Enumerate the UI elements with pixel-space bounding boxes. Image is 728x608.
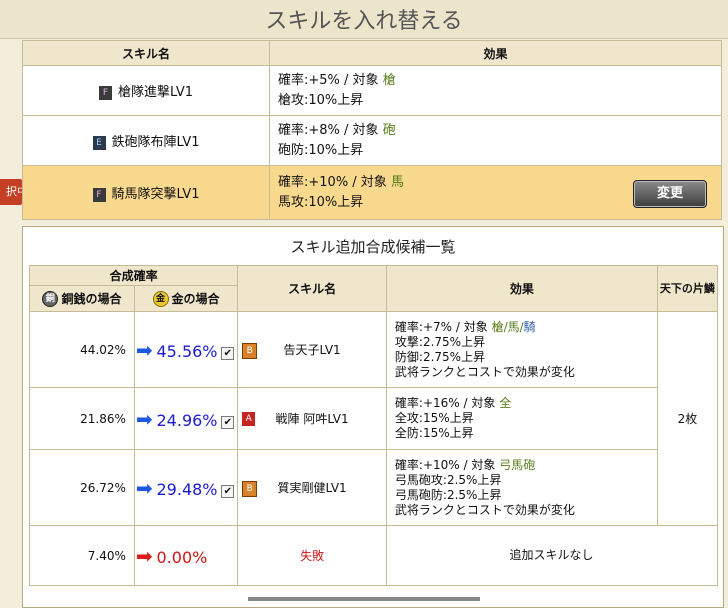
effect-rate: 確率:+10% / 対象 bbox=[278, 174, 387, 190]
skill-row[interactable]: F 槍隊進撃LV1 確率:+5% / 対象 槍 槍攻:10%上昇 bbox=[22, 65, 722, 116]
effect-target-cavalry: 騎 bbox=[523, 319, 536, 334]
effect-line: 武将ランクとコストで効果が変化 bbox=[394, 502, 575, 517]
bronze-rate: 26.72% bbox=[29, 449, 135, 526]
header-gold: 金の場合 bbox=[171, 291, 220, 306]
skill-name: 槍隊進撃LV1 bbox=[118, 85, 193, 100]
gold-rate: 0.00% bbox=[156, 547, 208, 567]
skill-row-selected[interactable]: F 騎馬隊突撃LV1 確率:+10% / 対象 馬 馬攻:10%上昇 変更 bbox=[22, 165, 722, 220]
skill-name: 騎馬隊突撃LV1 bbox=[111, 187, 200, 202]
arrow-right-icon: ➡ bbox=[135, 406, 153, 431]
effect-line: 防御:2.75%上昇 bbox=[394, 349, 486, 364]
page-title: スキルを入れ替える bbox=[0, 0, 728, 39]
gold-rate: 45.56% bbox=[156, 341, 218, 361]
effect-line: 弓馬砲防:2.5%上昇 bbox=[394, 487, 502, 502]
arrow-right-icon: ➡ bbox=[135, 543, 153, 568]
gold-rate: 29.48% bbox=[156, 479, 218, 499]
effect-rate: 確率:+5% / 対象 bbox=[278, 72, 379, 88]
gold-coin-icon: 金 bbox=[152, 291, 169, 308]
effect-line: 武将ランクとコストで効果が変化 bbox=[394, 364, 575, 379]
candidate-panel: スキル追加合成候補一覧 合成確率 スキル名 効果 天下の片鱗 銅銅銭の場合 金金… bbox=[22, 226, 724, 608]
effect-rate: 確率:+7% / 対象 bbox=[394, 319, 488, 334]
candidate-row: 44.02% ➡ 45.56% ✔ B 告天子LV1 確率:+7% / 対象 槍/… bbox=[29, 311, 719, 526]
header-effect: 効果 bbox=[385, 265, 658, 312]
fail-label: 失敗 bbox=[237, 525, 387, 586]
gold-rate: 24.96% bbox=[156, 410, 218, 430]
bronze-rate: 44.02% bbox=[29, 311, 135, 388]
effect-target: 槍/馬/ bbox=[491, 319, 524, 334]
use-gold-checkbox[interactable]: ✔ bbox=[221, 346, 235, 360]
grade-badge: A bbox=[242, 411, 256, 426]
grade-badge: B bbox=[242, 342, 258, 359]
grade-badge: F bbox=[99, 85, 112, 100]
bronze-coin-icon: 銅 bbox=[42, 291, 59, 308]
grade-badge: B bbox=[242, 480, 258, 497]
bronze-rate: 7.40% bbox=[29, 525, 135, 586]
skill-name: 鉄砲隊布陣LV1 bbox=[111, 135, 200, 150]
effect-target: 弓馬砲 bbox=[499, 457, 536, 472]
effect-target: 槍 bbox=[382, 72, 396, 88]
current-skill-table: スキル名 効果 F 槍隊進撃LV1 確率:+5% / 対象 槍 槍攻:10%上昇 … bbox=[22, 40, 722, 220]
effect-target: 全 bbox=[499, 396, 512, 410]
no-skill-text: 追加スキルなし bbox=[385, 525, 719, 586]
effect-rate: 確率:+16% / 対象 bbox=[394, 396, 496, 410]
skill-row[interactable]: E 鉄砲隊布陣LV1 確率:+8% / 対象 砲 砲防:10%上昇 bbox=[22, 115, 722, 166]
panel-title: スキル追加合成候補一覧 bbox=[290, 238, 456, 256]
effect-line: 全攻:15%上昇 bbox=[394, 411, 474, 425]
skill-name: 告天子LV1 bbox=[283, 343, 341, 357]
skill-name: 戦陣 阿吽LV1 bbox=[275, 412, 349, 426]
use-gold-checkbox[interactable]: ✔ bbox=[221, 415, 235, 429]
bronze-rate: 21.86% bbox=[29, 387, 135, 450]
arrow-right-icon: ➡ bbox=[135, 475, 153, 500]
candidate-row-fail: 7.40% ➡ 0.00% 失敗 追加スキルなし bbox=[29, 525, 719, 586]
effect-target: 馬 bbox=[390, 174, 404, 190]
arrow-right-icon: ➡ bbox=[135, 337, 153, 362]
candidate-row: 21.86% ➡ 24.96% ✔ A 戦陣 阿吽LV1 確率:+16% / 対象… bbox=[29, 387, 718, 450]
header-rate: 合成確率 bbox=[28, 265, 239, 286]
effect-rate: 確率:+10% / 対象 bbox=[394, 457, 496, 472]
effect-detail: 砲防:10%上昇 bbox=[278, 142, 364, 158]
effect-detail: 槍攻:10%上昇 bbox=[278, 92, 364, 108]
header-skill-name: スキル名 bbox=[237, 265, 387, 312]
candidate-table: 合成確率 スキル名 効果 天下の片鱗 銅銅銭の場合 金金の場合 44.02% ➡… bbox=[28, 265, 719, 586]
grade-badge: E bbox=[92, 135, 106, 150]
change-button[interactable]: 変更 bbox=[633, 180, 707, 208]
use-gold-checkbox[interactable]: ✔ bbox=[221, 484, 235, 498]
header-effect: 効果 bbox=[269, 40, 722, 66]
tenka-count: 2枚 bbox=[656, 311, 719, 526]
header-skill-name: スキル名 bbox=[22, 40, 270, 66]
header-tenka: 天下の片鱗 bbox=[656, 265, 719, 312]
header-bronze: 銅銭の場合 bbox=[61, 291, 122, 306]
effect-rate: 確率:+8% / 対象 bbox=[278, 122, 379, 138]
effect-line: 弓馬砲攻:2.5%上昇 bbox=[394, 472, 502, 487]
skill-name: 質実剛健LV1 bbox=[277, 481, 347, 495]
candidate-row: 26.72% ➡ 29.48% ✔ B 質実剛健LV1 確率:+10% / 対象 … bbox=[29, 449, 718, 526]
effect-line: 全防:15%上昇 bbox=[394, 426, 474, 440]
grade-badge: F bbox=[92, 187, 106, 202]
effect-line: 攻撃:2.75%上昇 bbox=[394, 334, 486, 349]
bottom-button-edge[interactable] bbox=[248, 597, 480, 601]
effect-target: 砲 bbox=[382, 122, 396, 138]
